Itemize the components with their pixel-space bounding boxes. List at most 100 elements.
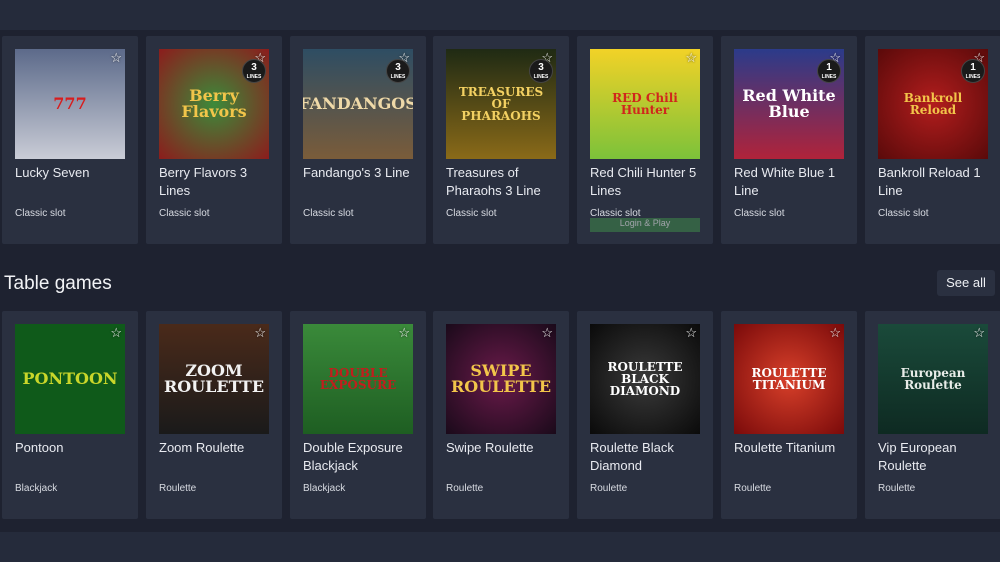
favorite-star-icon[interactable]: ☆	[973, 325, 985, 341]
lines-badge: 3 LINES	[386, 59, 410, 83]
game-thumbnail[interactable]: ROULETTE TITANIUM ☆	[734, 324, 844, 434]
game-logo: DOUBLE EXPOSURE	[319, 366, 397, 392]
game-title[interactable]: Double Exposure Blackjack	[303, 439, 421, 475]
game-title[interactable]: Pontoon	[15, 439, 133, 457]
lines-badge: 3 LINES	[242, 59, 266, 83]
game-title[interactable]: Fandango's 3 Line	[303, 164, 421, 182]
lines-badge: 1 LINES	[817, 59, 841, 83]
lines-count: 1	[826, 62, 832, 73]
game-thumbnail[interactable]: DOUBLE EXPOSURE ☆	[303, 324, 413, 434]
game-title[interactable]: Treasures of Pharaohs 3 Line	[446, 164, 564, 200]
bottom-bar	[0, 532, 1000, 562]
game-category: Classic slot	[878, 208, 929, 219]
game-logo: TREASURES OF PHARAOHS	[458, 85, 544, 123]
game-logo: 777	[53, 94, 87, 113]
lines-count: 3	[251, 62, 257, 73]
game-title[interactable]: Roulette Black Diamond	[590, 439, 708, 475]
favorite-star-icon[interactable]: ☆	[254, 325, 266, 341]
game-title[interactable]: Lucky Seven	[15, 164, 133, 182]
game-category: Roulette	[734, 483, 772, 494]
slot-game-card[interactable]: Berry Flavors ☆ 3 LINES Berry Flavors 3 Line…	[146, 36, 282, 244]
favorite-star-icon[interactable]: ☆	[398, 325, 410, 341]
game-thumbnail[interactable]: Red White Blue ☆ 1 LINES	[734, 49, 844, 159]
lines-badge: 3 LINES	[529, 59, 553, 83]
table-game-card[interactable]: ROULETTE TITANIUM ☆ Roulette Titanium Roule…	[721, 311, 857, 519]
table-game-card[interactable]: PONTOON ☆ Pontoon Blackjack	[2, 311, 138, 519]
game-thumbnail[interactable]: Berry Flavors ☆ 3 LINES	[159, 49, 269, 159]
table-game-card[interactable]: DOUBLE EXPOSURE ☆ Double Exposure Blackjac…	[290, 311, 426, 519]
slots-row: 777 ☆ Lucky Seven Classic slot Berry Flavors…	[0, 36, 1000, 248]
game-category: Roulette	[590, 483, 628, 494]
game-thumbnail[interactable]: TREASURES OF PHARAOHS ☆ 3 LINES	[446, 49, 556, 159]
game-thumbnail[interactable]: ROULETTE BLACK DIAMOND ☆	[590, 324, 700, 434]
slot-game-card[interactable]: TREASURES OF PHARAOHS ☆ 3 LINES Treasures of…	[433, 36, 569, 244]
lines-caption: LINES	[821, 74, 837, 80]
favorite-star-icon[interactable]: ☆	[110, 50, 122, 66]
lines-badge: 1 LINES	[961, 59, 985, 83]
game-category: Classic slot	[159, 208, 210, 219]
lines-count: 3	[395, 62, 401, 73]
game-thumbnail[interactable]: FANDANGOS ☆ 3 LINES	[303, 49, 413, 159]
game-logo: ZOOM ROULETTE	[163, 361, 265, 396]
game-category: Classic slot	[734, 208, 785, 219]
game-thumbnail[interactable]: European Roulette ☆	[878, 324, 988, 434]
table-game-card[interactable]: SWIPE ROULETTE ☆ Swipe Roulette Roulette	[433, 311, 569, 519]
table-games-row: PONTOON ☆ Pontoon Blackjack ZOOM ROULETTE ☆ Zo…	[0, 311, 1000, 523]
favorite-star-icon[interactable]: ☆	[110, 325, 122, 341]
lines-caption: LINES	[533, 74, 549, 80]
game-category: Roulette	[878, 483, 916, 494]
game-title[interactable]: Red Chili Hunter 5 Lines	[590, 164, 708, 200]
table-game-card[interactable]: European Roulette ☆ Vip European Roulette R…	[865, 311, 1000, 519]
lines-count: 3	[538, 62, 544, 73]
game-thumbnail[interactable]: PONTOON ☆	[15, 324, 125, 434]
game-category: Classic slot	[446, 208, 497, 219]
game-thumbnail[interactable]: RED Chili Hunter ☆	[590, 49, 700, 159]
game-category: Roulette	[159, 483, 197, 494]
table-game-card[interactable]: ZOOM ROULETTE ☆ Zoom Roulette Roulette	[146, 311, 282, 519]
game-thumbnail[interactable]: 777 ☆	[15, 49, 125, 159]
game-logo: European Roulette	[900, 366, 966, 392]
favorite-star-icon[interactable]: ☆	[541, 325, 553, 341]
table-game-card[interactable]: ROULETTE BLACK DIAMOND ☆ Roulette Black Di…	[577, 311, 713, 519]
game-category: Blackjack	[303, 483, 346, 494]
game-logo: PONTOON	[22, 369, 118, 388]
game-logo: SWIPE ROULETTE	[450, 361, 552, 396]
game-logo: Berry Flavors	[181, 86, 247, 121]
lines-caption: LINES	[390, 74, 406, 80]
game-logo: ROULETTE BLACK DIAMOND	[607, 360, 683, 398]
favorite-star-icon[interactable]: ☆	[829, 325, 841, 341]
favorite-star-icon[interactable]: ☆	[685, 50, 697, 66]
game-title[interactable]: Bankroll Reload 1 Line	[878, 164, 996, 200]
game-thumbnail[interactable]: ZOOM ROULETTE ☆	[159, 324, 269, 434]
slot-game-card[interactable]: Red White Blue ☆ 1 LINES Red White Blue 1 Li…	[721, 36, 857, 244]
game-title[interactable]: Roulette Titanium	[734, 439, 852, 457]
game-category: Blackjack	[15, 483, 58, 494]
game-logo: Bankroll Reload	[903, 91, 963, 117]
game-logo: RED Chili Hunter	[612, 91, 678, 117]
game-title[interactable]: Red White Blue 1 Line	[734, 164, 852, 200]
login-and-play-button[interactable]: Login & Play	[590, 218, 700, 232]
section-title-table-games: Table games	[4, 273, 112, 294]
slot-game-card[interactable]: 777 ☆ Lucky Seven Classic slot	[2, 36, 138, 244]
game-title[interactable]: Vip European Roulette	[878, 439, 996, 475]
game-logo: Red White Blue	[742, 86, 836, 121]
game-category: Roulette	[446, 483, 484, 494]
slot-game-card[interactable]: FANDANGOS ☆ 3 LINES Fandango's 3 Line Classic…	[290, 36, 426, 244]
game-title[interactable]: Berry Flavors 3 Lines	[159, 164, 277, 200]
game-thumbnail[interactable]: Bankroll Reload ☆ 1 LINES	[878, 49, 988, 159]
slot-game-card[interactable]: RED Chili Hunter ☆ Red Chili Hunter 5 Line…	[577, 36, 713, 244]
see-all-button[interactable]: See all	[937, 270, 995, 296]
lines-caption: LINES	[246, 74, 262, 80]
slot-game-card[interactable]: Bankroll Reload ☆ 1 LINES Bankroll Reload 1 …	[865, 36, 1000, 244]
top-bar	[0, 0, 1000, 30]
game-logo: FANDANGOS	[303, 94, 413, 113]
lines-caption: LINES	[965, 74, 981, 80]
favorite-star-icon[interactable]: ☆	[685, 325, 697, 341]
lines-count: 1	[970, 62, 976, 73]
game-thumbnail[interactable]: SWIPE ROULETTE ☆	[446, 324, 556, 434]
game-logo: ROULETTE TITANIUM	[751, 366, 827, 392]
game-title[interactable]: Swipe Roulette	[446, 439, 564, 457]
game-title[interactable]: Zoom Roulette	[159, 439, 277, 457]
game-category: Classic slot	[15, 208, 66, 219]
game-category: Classic slot	[303, 208, 354, 219]
